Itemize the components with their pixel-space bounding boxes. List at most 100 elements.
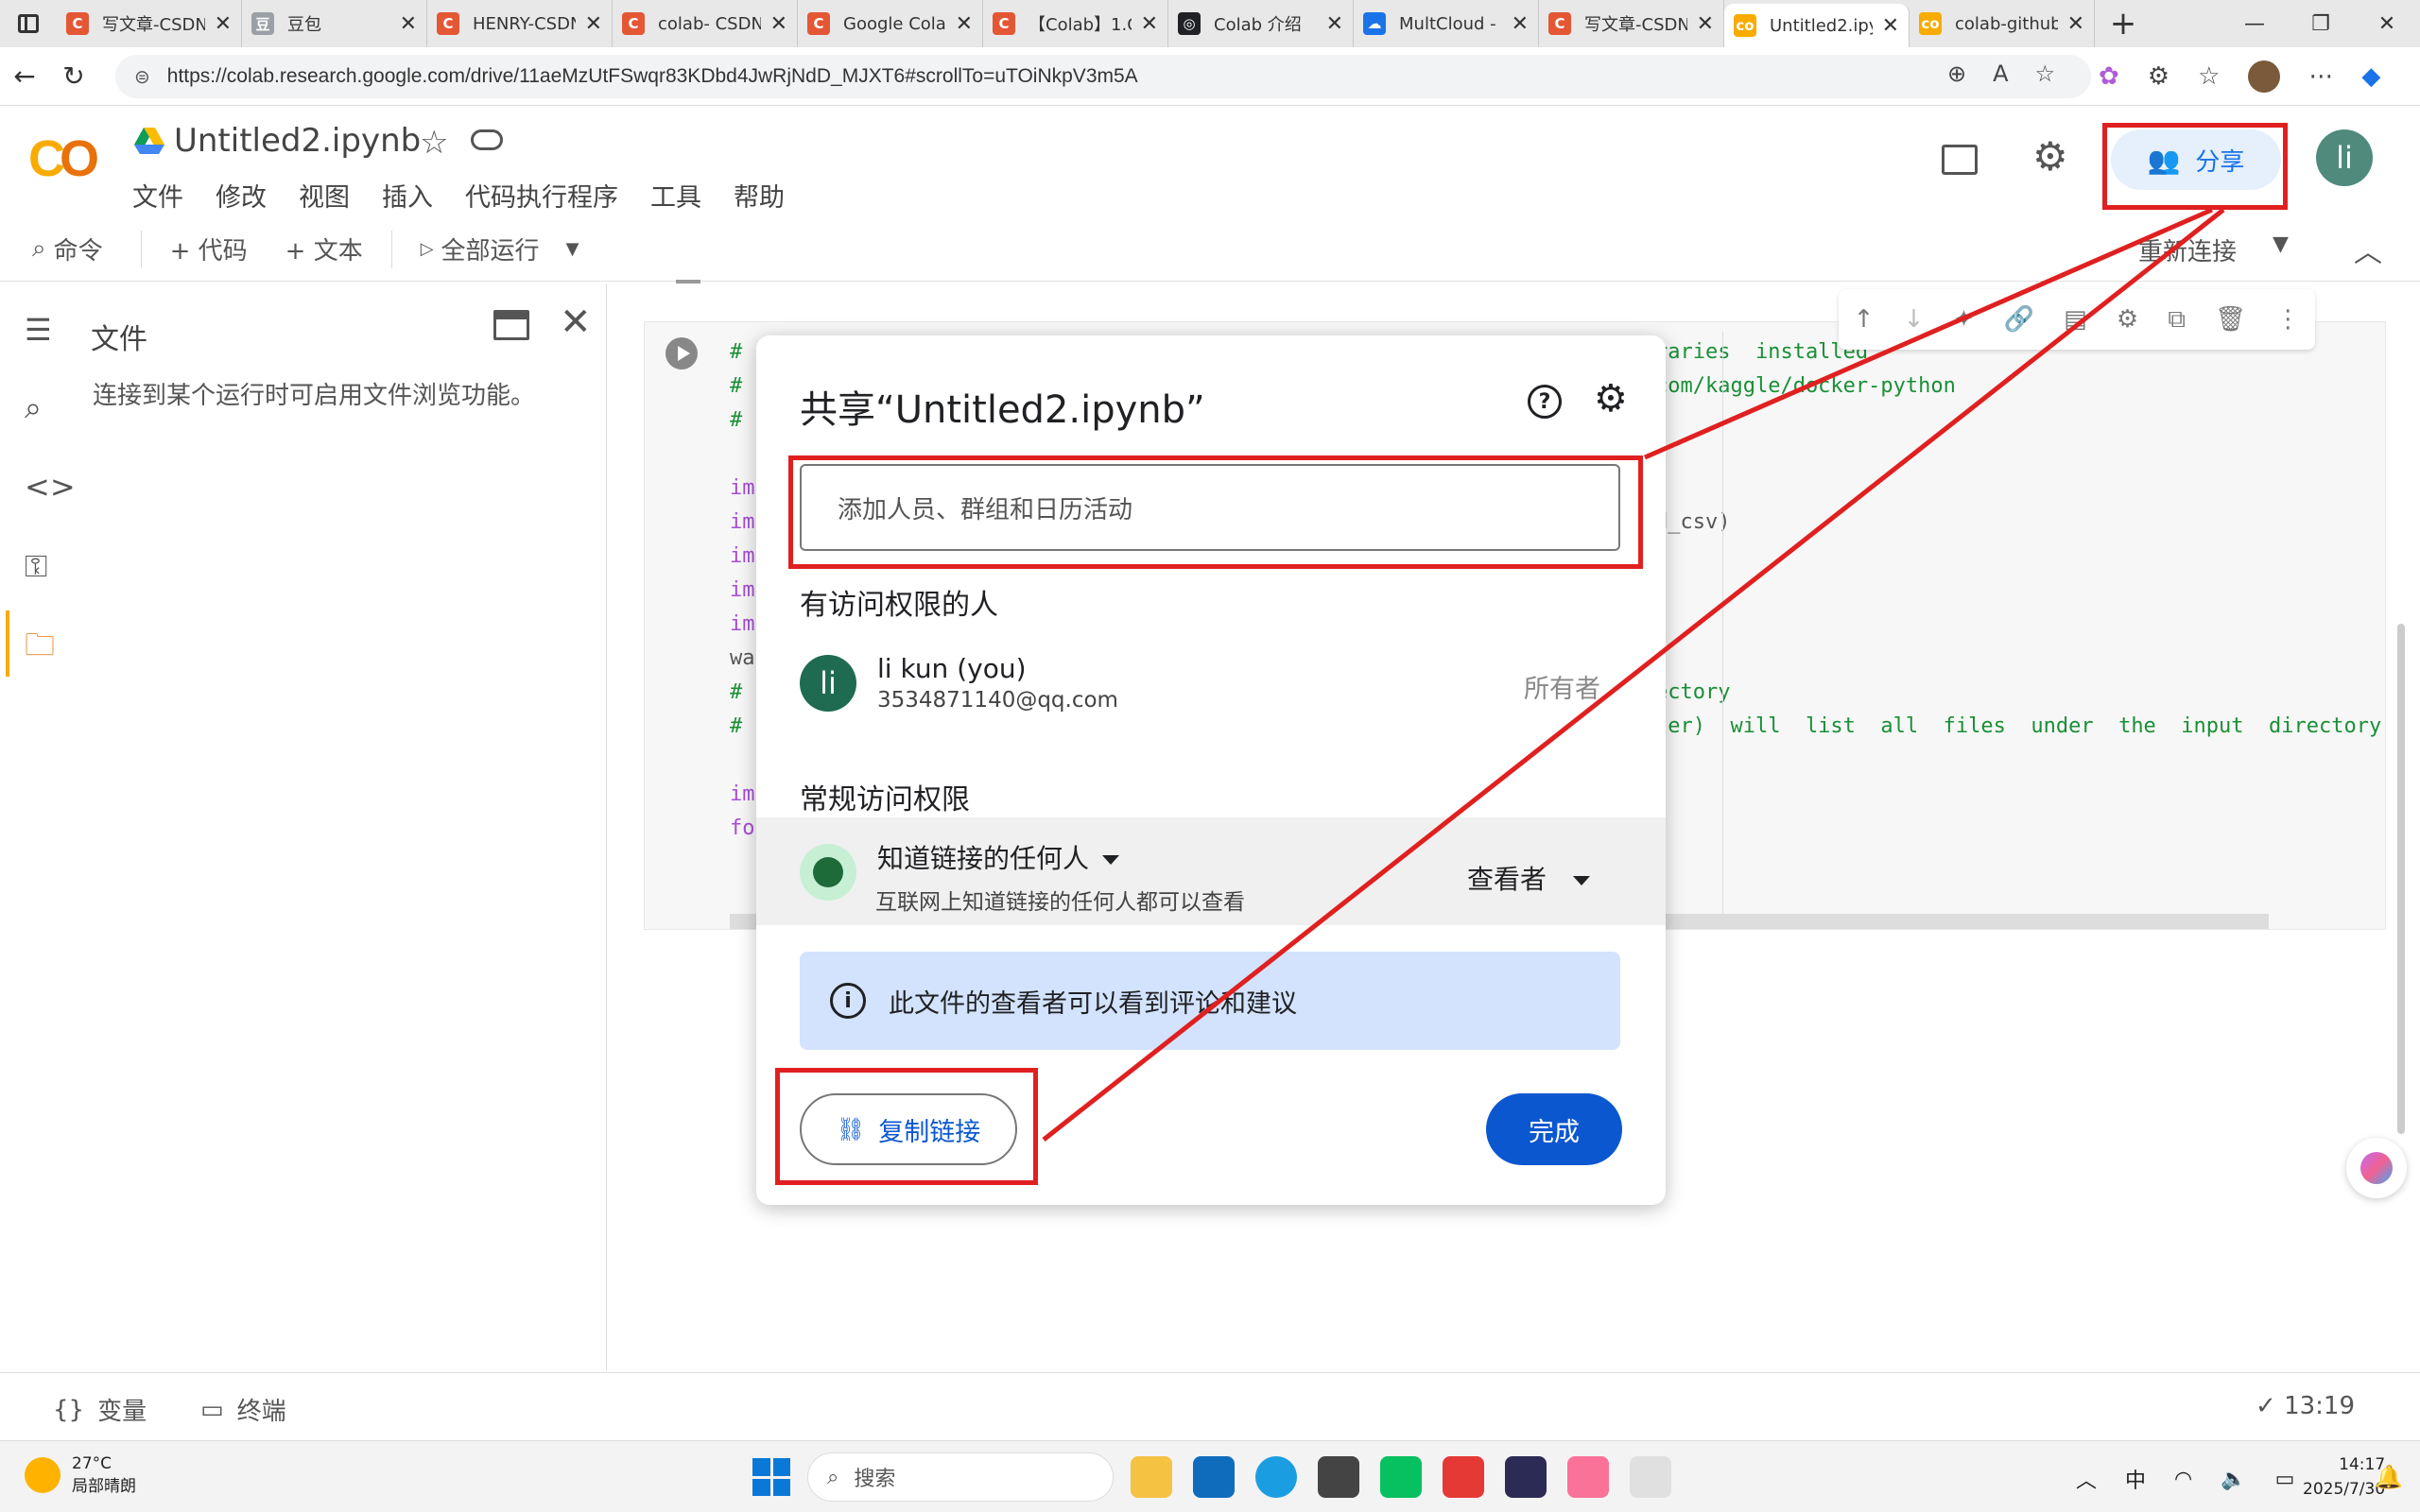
comment-icon[interactable]: ▤ (2064, 305, 2087, 334)
restore-icon[interactable]: ❐ (2288, 0, 2354, 47)
close-tab-icon[interactable]: ✕ (1326, 12, 1343, 36)
move-up-icon[interactable]: ↑ (1854, 305, 1875, 334)
browser-tab[interactable]: ☁ MultCloud - ✕ (1354, 0, 1539, 47)
minimize-icon[interactable]: — (2221, 0, 2288, 47)
ime-indicator[interactable]: 中 (2125, 1464, 2146, 1494)
extensions-icon[interactable]: ⚙ (2148, 62, 2169, 91)
browser-tab[interactable]: co colab-github ✕ (1910, 0, 2095, 47)
address-bar[interactable]: ⊜ https://colab.research.google.com/driv… (115, 55, 2091, 98)
favorite-star-icon[interactable]: ☆ (2035, 60, 2056, 87)
more-icon[interactable]: ⋮ (2275, 305, 2300, 334)
tab-actions-icon[interactable] (0, 0, 57, 47)
zoom-icon[interactable]: ⊕ (1947, 60, 1966, 87)
add-text-button[interactable]: + 文本 (285, 232, 363, 266)
settings-icon[interactable]: ⚙ (1594, 377, 1628, 421)
vertical-scrollbar[interactable] (2397, 624, 2405, 1134)
profile-avatar[interactable] (2248, 60, 2281, 93)
notification-bell-icon[interactable]: 🔔 (2375, 1464, 2403, 1490)
close-tab-icon[interactable]: ✕ (1882, 14, 1899, 38)
close-tab-icon[interactable]: ✕ (770, 12, 787, 36)
bilibili-icon[interactable] (1567, 1456, 1609, 1498)
browser-tab[interactable]: Ccolab- CSDN ✕ (613, 0, 798, 47)
star-icon[interactable]: ☆ (420, 124, 448, 162)
wifi-icon[interactable]: ◠ (2174, 1468, 2192, 1491)
copilot-float-icon[interactable] (2346, 1138, 2407, 1198)
close-tab-icon[interactable]: ✕ (956, 12, 973, 36)
folder-icon[interactable]: 🗀 (25, 624, 55, 675)
close-tab-icon[interactable]: ✕ (1697, 12, 1714, 36)
menu-item[interactable]: 代码执行程序 (465, 177, 618, 214)
mirror-cell-icon[interactable]: ⧉ (2168, 305, 2186, 335)
close-tab-icon[interactable]: ✕ (585, 12, 602, 36)
notebook-title[interactable]: Untitled2.ipynb (174, 122, 421, 160)
variables-button[interactable]: {} 变量 (53, 1392, 147, 1427)
settings-icon[interactable]: ⚙ (2117, 305, 2138, 334)
account-avatar[interactable]: li (2316, 129, 2373, 186)
weather-widget[interactable]: 27°C 局部晴朗 (25, 1452, 136, 1498)
gemini-icon[interactable]: ✦ (1954, 305, 1975, 334)
table-of-contents-icon[interactable]: ☰ (25, 312, 52, 348)
copilot-icon[interactable]: ✿ (2099, 62, 2119, 91)
volume-icon[interactable]: 🔈 (2221, 1468, 2246, 1491)
browser-tab[interactable]: C 写文章-CSDN ✕ (1539, 0, 1724, 47)
find-icon[interactable]: ⌕ (25, 389, 42, 426)
battery-icon[interactable]: ▭ (2275, 1468, 2295, 1491)
more-menu-icon[interactable]: ⋯ (2308, 62, 2333, 91)
run-cell-icon[interactable] (666, 337, 698, 369)
close-tab-icon[interactable]: ✕ (1512, 12, 1529, 36)
done-button[interactable]: 完成 (1486, 1093, 1622, 1165)
browser-tab[interactable]: 豆豆包 ✕ (242, 0, 427, 47)
access-role-dropdown[interactable]: 查看者 (1467, 859, 1591, 897)
close-window-icon[interactable]: ✕ (2354, 0, 2420, 47)
wechat-icon[interactable] (1380, 1456, 1422, 1498)
app-icon[interactable] (1630, 1456, 1671, 1498)
browser-tab[interactable]: ◎ Colab 介绍 ✕ (1168, 0, 1354, 47)
edge-browser-icon[interactable] (1255, 1456, 1297, 1498)
new-tab-button[interactable]: + (2095, 5, 2152, 43)
cloud-save-icon[interactable] (471, 129, 503, 150)
menu-item[interactable]: 帮助 (734, 177, 785, 214)
move-down-icon[interactable]: ↓ (1904, 305, 1925, 334)
link-icon[interactable]: 🔗 (2004, 305, 2034, 334)
browser-tab[interactable]: co Untitled2.ipy ✕ (1724, 4, 1910, 47)
wps-icon[interactable] (1443, 1456, 1484, 1498)
app-icon[interactable] (1505, 1456, 1547, 1498)
clock[interactable]: 14:17 2025/7/30 (2303, 1452, 2385, 1502)
command-palette-button[interactable]: ⌕ 命令 (32, 232, 103, 266)
menu-item[interactable]: 修改 (216, 177, 267, 214)
collapse-header-icon[interactable]: ︿ (2354, 229, 2382, 270)
store-icon[interactable] (1193, 1456, 1235, 1498)
access-scope-dropdown[interactable]: 知道链接的任何人 (877, 838, 1120, 876)
back-icon[interactable]: ← (0, 60, 49, 92)
close-tab-icon[interactable]: ✕ (1141, 12, 1158, 36)
terminal-button[interactable]: ▭ 终端 (200, 1392, 286, 1427)
add-code-button[interactable]: + 代码 (170, 232, 248, 266)
edge-copilot-icon[interactable]: ◆ (2361, 62, 2380, 91)
google-drive-icon[interactable] (134, 128, 164, 154)
close-tab-icon[interactable]: ✕ (215, 12, 232, 36)
secrets-key-icon[interactable]: ⚿ (25, 548, 47, 585)
chevron-up-icon[interactable]: ︿ (2076, 1464, 2097, 1494)
comment-icon[interactable] (1942, 145, 1978, 175)
browser-tab[interactable]: C Google Colal ✕ (798, 0, 983, 47)
settings-icon[interactable]: ⚙ (2032, 133, 2068, 180)
browser-tab[interactable]: C 写文章-CSDN ✕ (57, 0, 242, 47)
run-all-button[interactable]: ▷ 全部运行 ▼ (421, 232, 579, 266)
delete-icon[interactable]: 🗑 (2215, 305, 2246, 334)
site-info-icon[interactable]: ⊜ (134, 65, 150, 89)
menu-item[interactable]: 文件 (132, 177, 183, 214)
chevron-down-icon[interactable]: ▼ (566, 239, 579, 259)
code-snippets-icon[interactable]: <> (25, 469, 76, 505)
start-button[interactable] (752, 1458, 790, 1496)
open-in-tab-icon[interactable] (493, 310, 529, 340)
file-explorer-icon[interactable] (1131, 1456, 1172, 1498)
help-icon[interactable]: ? (1528, 385, 1562, 419)
menu-item[interactable]: 工具 (650, 177, 701, 214)
close-tab-icon[interactable]: ✕ (400, 12, 417, 36)
close-tab-icon[interactable]: ✕ (2067, 12, 2084, 36)
menu-item[interactable]: 视图 (299, 177, 350, 214)
chevron-down-icon[interactable]: ▼ (2273, 232, 2289, 256)
favorites-icon[interactable]: ☆ (2198, 62, 2220, 91)
browser-tab[interactable]: C 【Colab】1.C ✕ (983, 0, 1168, 47)
browser-tab[interactable]: C HENRY-CSDN ✕ (427, 0, 613, 47)
